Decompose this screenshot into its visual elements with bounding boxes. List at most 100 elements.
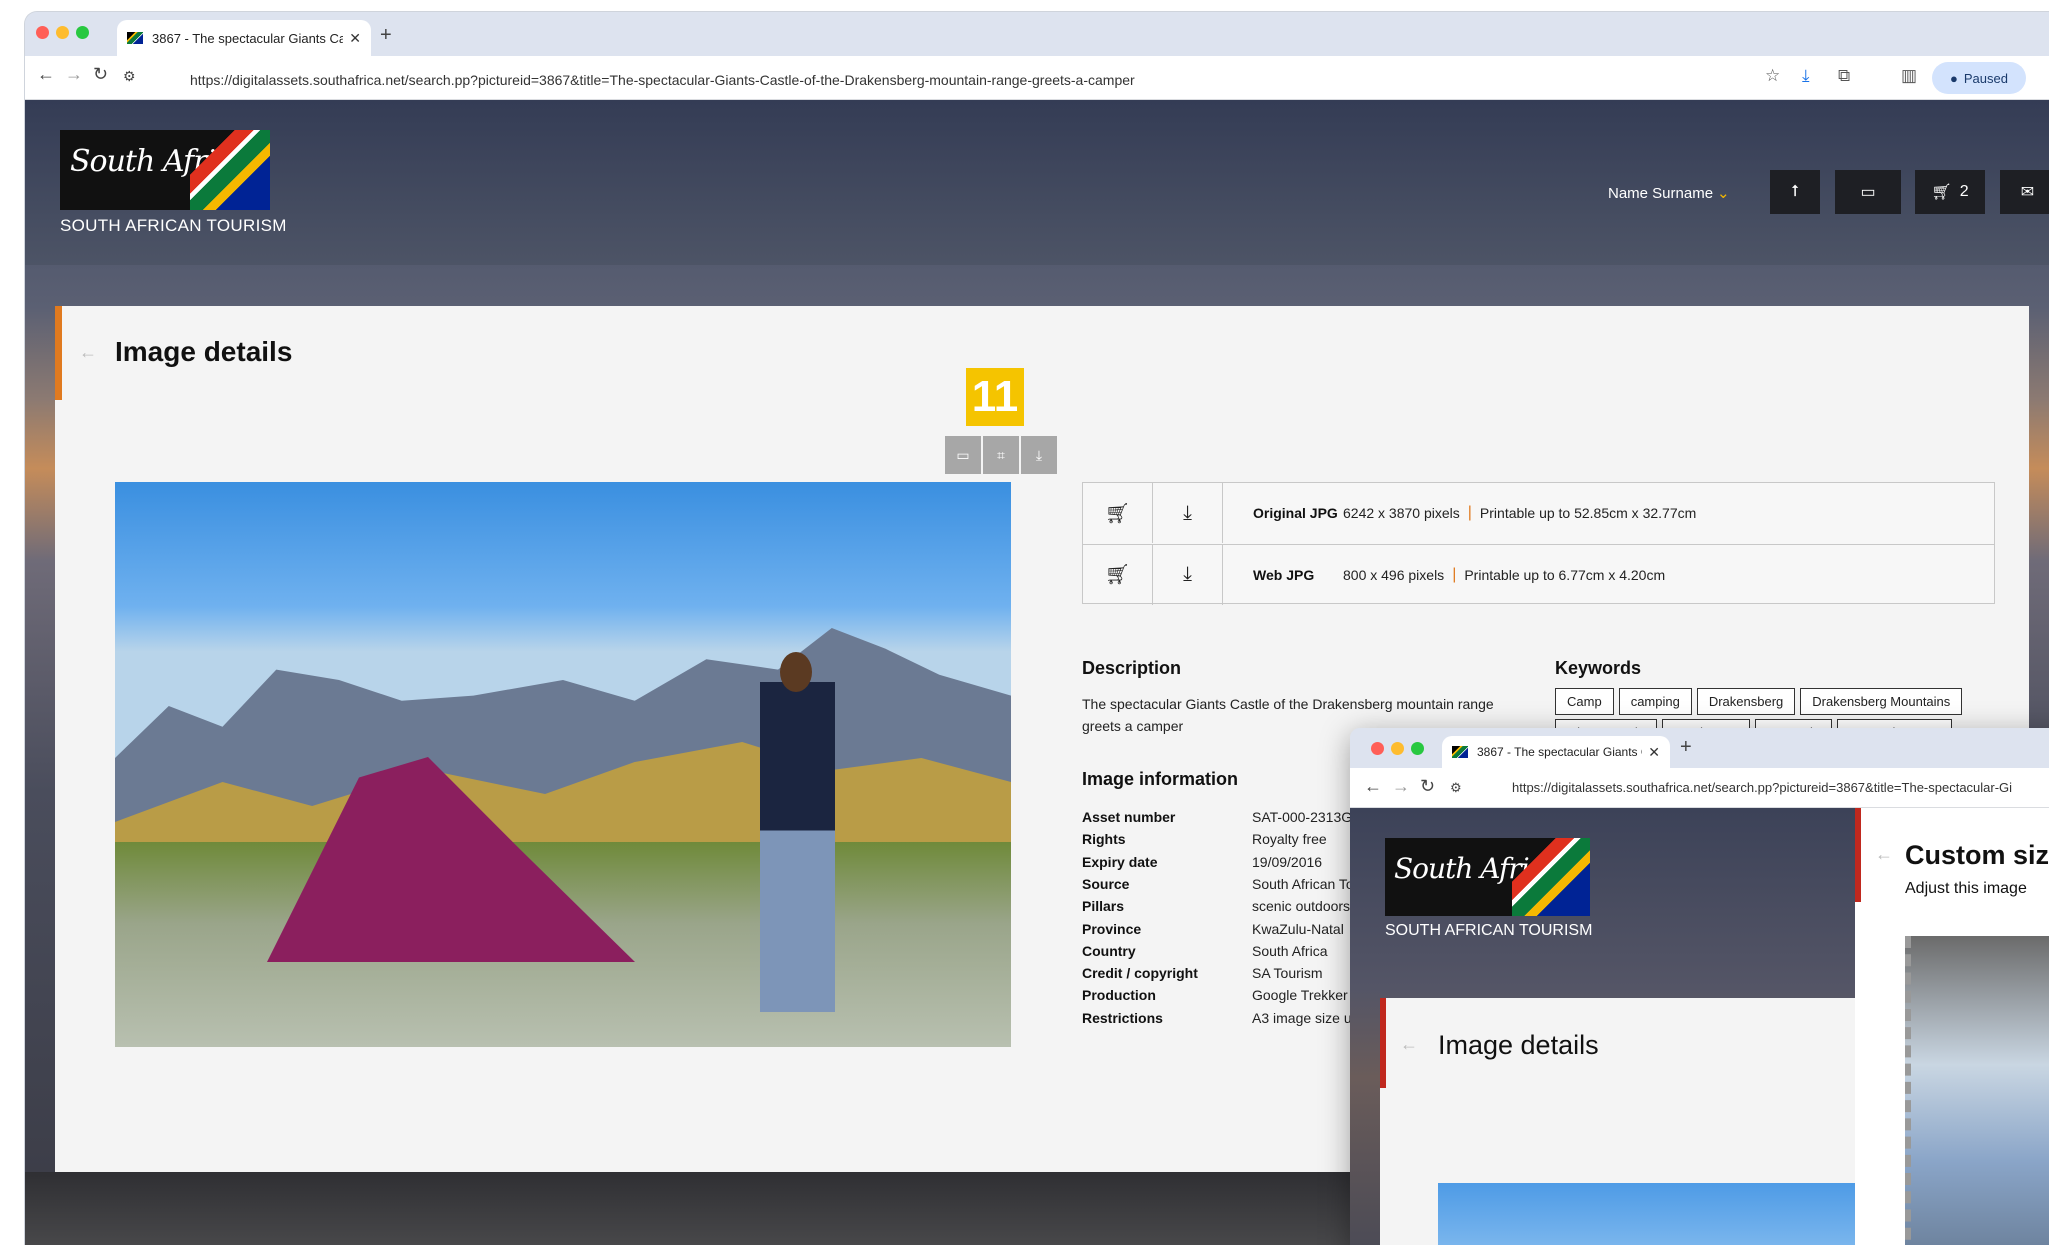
print-size: Printable up to 52.85cm x 32.77cm: [1479, 505, 1697, 521]
separator: |: [1452, 565, 1457, 583]
extensions-icon[interactable]: ⧉: [1838, 66, 1850, 86]
custom-size-panel: ← Custom siz Adjust this image: [1855, 808, 2049, 1245]
download-icon[interactable]: ⤓: [1153, 483, 1223, 543]
print-size: Printable up to 6.77cm x 4.20cm: [1464, 566, 1666, 583]
browser-tab[interactable]: 3867 - The spectacular Giants Castle of …: [117, 20, 371, 56]
reload-icon[interactable]: ↻: [93, 64, 108, 85]
lightbox-icon: ▭: [1860, 184, 1876, 201]
south-africa-logo[interactable]: South Africa: [1385, 838, 1590, 916]
user-name: Name Surname: [1608, 185, 1714, 202]
download-options-table: 🛒︎ ⤓ Original JPG 6242 x 3870 pixels | Pri…: [1082, 482, 1995, 605]
logo-chevron: [190, 130, 270, 210]
close-window-button[interactable]: [36, 26, 49, 39]
mail-button[interactable]: ✉: [2000, 170, 2049, 214]
cart-button[interactable]: 🛒︎ 2: [1915, 170, 1985, 214]
screen: 3867 - The spectacular Giants Castle of …: [0, 0, 2049, 1245]
profile-button[interactable]: ● Paused: [1932, 62, 2026, 94]
site-settings-icon[interactable]: ⚙: [123, 68, 136, 85]
photo-preview: [1438, 1183, 1855, 1245]
info-key: Restrictions: [1082, 1009, 1163, 1026]
minimize-window-button[interactable]: [1391, 742, 1404, 755]
upload-button[interactable]: ⭡: [1770, 170, 1820, 214]
add-to-cart-icon[interactable]: 🛒︎: [1083, 483, 1153, 543]
info-key: Pillars: [1082, 898, 1125, 915]
downloads-icon[interactable]: ⤓: [1802, 66, 1810, 86]
image-info-heading: Image information: [1082, 769, 1239, 789]
back-icon[interactable]: ←: [1364, 776, 1382, 797]
forward-icon[interactable]: →: [65, 64, 83, 85]
info-key: Credit / copyright: [1082, 965, 1198, 982]
close-tab-icon[interactable]: ✕: [349, 30, 361, 47]
profile-icon: ●: [1950, 70, 1958, 86]
keyword-tag[interactable]: Drakensberg: [1696, 688, 1796, 715]
address-bar[interactable]: https://digitalassets.southafrica.net/se…: [1512, 780, 2012, 795]
download-icon[interactable]: ⤓: [1153, 544, 1223, 605]
back-arrow-icon[interactable]: ←: [1400, 1034, 1418, 1055]
pixel-size: 800 x 496 pixels: [1343, 566, 1445, 583]
address-bar[interactable]: https://digitalassets.southafrica.net/se…: [190, 72, 1135, 88]
info-key: Expiry date: [1082, 853, 1158, 870]
photo-person-head: [780, 652, 812, 692]
keyword-tag[interactable]: Camp: [1555, 688, 1614, 715]
info-key: Production: [1082, 987, 1156, 1004]
new-tab-icon[interactable]: +: [1680, 736, 1692, 759]
browser-toolbar: ← → ↻ ⚙ https://digitalassets.southafric…: [25, 56, 2049, 100]
logo-chevron: [1512, 838, 1590, 916]
format-label: Original JPG: [1253, 505, 1338, 521]
description-heading: Description: [1082, 658, 1182, 678]
accent-bar: [55, 306, 62, 400]
add-to-cart-icon[interactable]: 🛒︎: [1083, 544, 1153, 605]
info-key: Source: [1082, 875, 1130, 892]
info-value: Royalty free: [1252, 831, 1327, 848]
info-value: SA Tourism: [1252, 965, 1323, 982]
maximize-window-button[interactable]: [76, 26, 89, 39]
tab-title: 3867 - The spectacular Giants Castle: [1477, 745, 1642, 759]
accent-bar: [1380, 998, 1386, 1088]
reload-icon[interactable]: ↻: [1420, 776, 1435, 797]
forward-icon[interactable]: →: [1392, 776, 1410, 797]
download-icon[interactable]: ⤓: [1021, 436, 1057, 474]
download-row: 🛒︎ ⤓ Original JPG 6242 x 3870 pixels | Pri…: [1083, 483, 1994, 543]
close-tab-icon[interactable]: ✕: [1648, 744, 1660, 761]
overlay-browser-window: 3867 - The spectacular Giants Castle ✕ +…: [1350, 728, 2049, 1245]
tab-strip: 3867 - The spectacular Giants Castle ✕ +: [1350, 728, 2049, 768]
info-value: scenic outdoors: [1252, 898, 1351, 915]
crop-preview[interactable]: [1905, 936, 2049, 1245]
download-row: 🛒︎ ⤓ Web JPG 800 x 496 pixels | Printable …: [1083, 544, 1994, 605]
page-title: Image details: [115, 336, 293, 367]
number-badge: 11: [966, 368, 1024, 426]
back-arrow-icon[interactable]: ←: [79, 342, 97, 363]
cart-count: 2: [1959, 183, 1969, 200]
crop-icon[interactable]: ⌗: [983, 436, 1019, 474]
site-settings-icon[interactable]: ⚙: [1450, 780, 1462, 796]
cart-icon: 🛒︎: [1931, 184, 1952, 201]
info-key: Province: [1082, 920, 1142, 937]
close-window-button[interactable]: [1371, 742, 1384, 755]
user-menu[interactable]: Name Surname ⌄: [1608, 184, 1730, 202]
lightbox-button[interactable]: ▭: [1835, 170, 1901, 214]
side-panel-icon[interactable]: ▥: [1901, 66, 1917, 86]
keyword-tag[interactable]: Drakensberg Mountains: [1800, 688, 1963, 715]
tab-strip: 3867 - The spectacular Giants Castle of …: [25, 12, 2049, 56]
profile-label: Paused: [1963, 70, 2008, 86]
pixel-size: 6242 x 3870 pixels: [1343, 505, 1460, 521]
browser-tab[interactable]: 3867 - The spectacular Giants Castle ✕: [1442, 736, 1670, 768]
new-tab-icon[interactable]: +: [380, 24, 392, 47]
panel-subtitle: Adjust this image: [1905, 880, 2027, 897]
minimize-window-button[interactable]: [56, 26, 69, 39]
page-title: Image details: [1438, 1030, 1599, 1060]
keyword-tag[interactable]: camping: [1618, 688, 1692, 715]
info-value: South Africa: [1252, 942, 1328, 959]
site-header: South Africa SOUTH AFRICAN TOURISM Name …: [25, 100, 2049, 265]
logo-text: SOUTH AFRICAN TOURISM: [60, 216, 287, 235]
info-value: 19/09/2016: [1252, 853, 1323, 870]
bookmark-star-icon[interactable]: ☆: [1765, 66, 1780, 86]
lightbox-add-icon[interactable]: ▭: [945, 436, 981, 474]
main-photo[interactable]: [115, 482, 1011, 1047]
south-africa-logo[interactable]: South Africa: [60, 130, 270, 210]
back-icon[interactable]: ←: [37, 64, 55, 85]
maximize-window-button[interactable]: [1411, 742, 1424, 755]
upload-icon: ⭡: [1791, 183, 1799, 200]
favicon-flag-icon: [127, 32, 143, 44]
back-arrow-icon[interactable]: ←: [1875, 844, 1893, 865]
